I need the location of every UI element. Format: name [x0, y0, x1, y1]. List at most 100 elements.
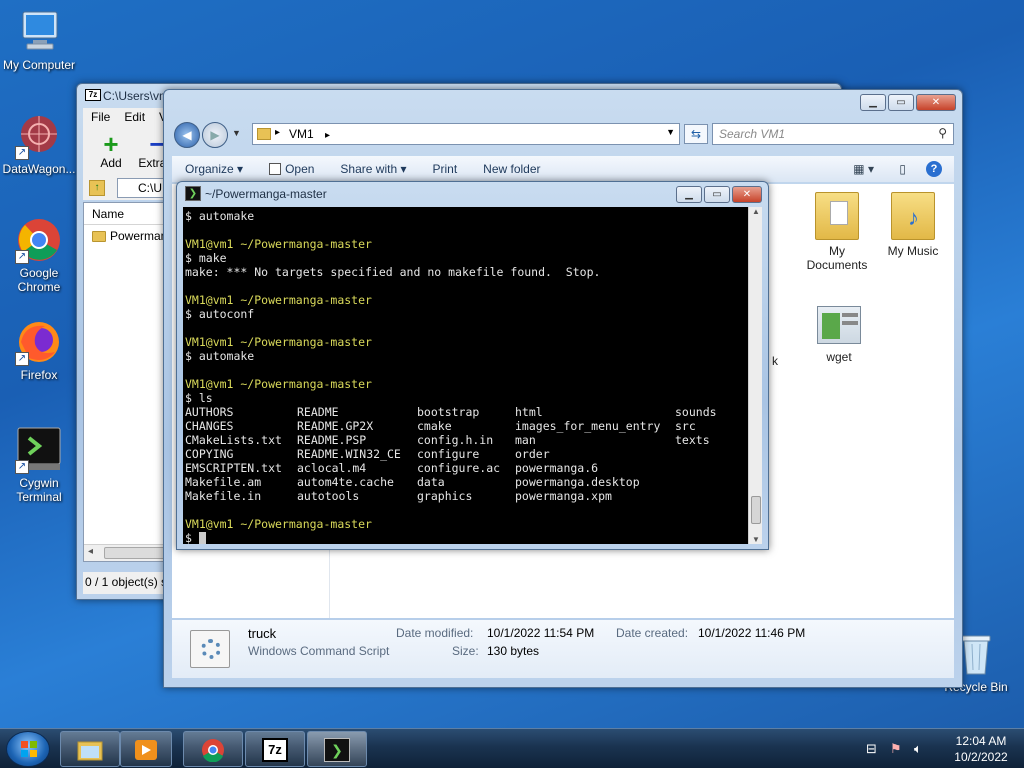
close-button[interactable]: ✕	[732, 186, 762, 203]
desktop-icon-label: Firefox	[20, 368, 58, 382]
desktop-icon-datawagon[interactable]: ↗ DataWagon...	[1, 112, 77, 176]
maximize-button[interactable]: ▭	[888, 94, 914, 111]
windows-logo-icon	[21, 741, 37, 757]
navigation-row: ◀ ▶ ▼ ▸ VM1 ▸ ▼ ⇆ Search VM1 ⚲	[172, 120, 954, 150]
network-icon[interactable]: ⊟	[866, 741, 882, 757]
file-item-wget[interactable]: wget	[802, 306, 876, 364]
breadcrumb-separator-icon: ▸	[275, 127, 281, 138]
details-size-label: Size:	[452, 644, 479, 658]
shortcut-arrow-icon: ↗	[15, 146, 29, 160]
ls-entry: aclocal.m4	[297, 461, 367, 475]
details-pane: truck Windows Command Script Date modifi…	[172, 620, 954, 678]
datawagon-icon: ↗	[15, 112, 63, 160]
desktop-icon-google-chrome[interactable]: ↗ Google Chrome	[1, 216, 77, 294]
desktop-icon-cygwin-terminal[interactable]: ↗ Cygwin Terminal	[1, 426, 77, 504]
cygwin-icon: ↗	[15, 426, 63, 474]
taskbar-explorer-button[interactable]	[60, 731, 120, 767]
scroll-down-icon[interactable]: ▼	[752, 535, 760, 544]
volume-icon[interactable]: 🔈︎	[914, 741, 930, 757]
ls-entry: cmake	[417, 419, 452, 433]
ls-entry: EMSCRIPTEN.txt	[185, 461, 282, 475]
window-title: C:\Users\vm	[103, 89, 169, 103]
scroll-thumb[interactable]	[751, 496, 761, 524]
start-button[interactable]	[6, 731, 50, 767]
help-icon[interactable]: ?	[926, 161, 942, 177]
vertical-scrollbar[interactable]: ▲ ▼	[748, 207, 762, 544]
plus-icon: +	[103, 129, 119, 159]
file-item-my-documents[interactable]: My Documents	[800, 192, 874, 272]
minimize-button[interactable]: ▁	[860, 94, 886, 111]
maximize-button[interactable]: ▭	[704, 186, 730, 203]
preview-pane-icon[interactable]: ▯	[899, 156, 906, 182]
back-button[interactable]: ◀	[174, 122, 200, 148]
new-folder-button[interactable]: New folder	[470, 156, 553, 182]
terminal-output[interactable]: $ automake VM1@vm1 ~/Powermanga-master $ m…	[183, 207, 748, 544]
details-created-value: 10/1/2022 11:46 PM	[698, 626, 806, 640]
ls-entry	[675, 461, 745, 475]
ls-entry: README.WIN32_CE	[297, 447, 401, 461]
clock[interactable]: 12:04 AM 10/2/2022	[946, 733, 1016, 765]
action-center-icon[interactable]: ⚑	[890, 741, 906, 757]
desktop-icon-firefox[interactable]: ↗ Firefox	[1, 318, 77, 382]
shortcut-arrow-icon: ↗	[15, 352, 29, 366]
ls-entry: README	[297, 405, 339, 419]
terminal-line: $ autoconf	[185, 307, 255, 321]
ls-entry: config.h.in	[417, 433, 494, 447]
up-folder-icon[interactable]: ↑	[89, 180, 105, 196]
ls-entry: CMakeLists.txt	[185, 433, 282, 447]
add-button[interactable]: + Add	[93, 129, 129, 170]
terminal-prompt-line: VM1@vm1 ~/Powermanga-master	[185, 293, 372, 307]
open-button[interactable]: Open	[256, 156, 327, 182]
refresh-icon[interactable]: ⇆	[684, 124, 708, 144]
menu-file[interactable]: File	[91, 108, 110, 126]
details-size-value: 130 bytes	[487, 644, 540, 658]
print-button[interactable]: Print	[419, 156, 470, 182]
ls-entry: order	[515, 447, 550, 461]
ls-entry: Makefile.in	[185, 489, 262, 503]
address-dropdown-icon[interactable]: ▼	[666, 127, 675, 137]
cygwin-icon: ❯	[324, 738, 350, 762]
taskbar-7zip-button[interactable]: 7z	[245, 731, 305, 767]
details-modified-label: Date modified:	[396, 626, 474, 640]
ls-entry: man	[515, 433, 536, 447]
ls-entry: images_for_menu_entry	[515, 419, 661, 433]
music-folder-icon: ♪	[891, 192, 935, 240]
forward-button[interactable]: ▶	[202, 122, 228, 148]
ls-entry: configure	[417, 447, 480, 461]
ls-entry	[675, 447, 745, 461]
desktop-icon-my-computer[interactable]: My Computer	[1, 8, 77, 72]
terminal-prompt-line: VM1@vm1 ~/Powermanga-master	[185, 237, 372, 251]
scroll-up-icon[interactable]: ▲	[752, 207, 760, 216]
desktop-icon-label: DataWagon...	[2, 162, 76, 176]
explorer-icon	[77, 741, 103, 761]
organize-button[interactable]: Organize ▾	[172, 156, 256, 182]
breadcrumb-arrow-icon[interactable]: ▸	[325, 130, 330, 141]
address-text: VM1	[289, 127, 314, 141]
cygwin-terminal-window[interactable]: ❯ ~/Powermanga-master ▁ ▭ ✕ $ automake VM…	[176, 181, 769, 550]
clock-time: 12:04 AM	[955, 734, 1007, 748]
history-dropdown-icon[interactable]: ▼	[232, 128, 241, 138]
file-item-my-music[interactable]: ♪ My Music	[876, 192, 950, 258]
ls-entry: powermanga.6	[515, 461, 599, 475]
ls-entry: src	[675, 419, 696, 433]
folder-icon	[92, 230, 106, 242]
window-controls: ▁ ▭ ✕	[676, 186, 762, 203]
7zip-logo-icon: 7z	[85, 89, 101, 101]
scroll-left-icon[interactable]: ◂	[88, 546, 93, 557]
address-bar[interactable]: ▸ VM1 ▸ ▼	[252, 123, 680, 145]
minimize-button[interactable]: ▁	[676, 186, 702, 203]
ls-entry: autotools	[297, 489, 360, 503]
menu-edit[interactable]: Edit	[124, 108, 145, 126]
view-options-icon[interactable]: ▦ ▾	[853, 156, 874, 182]
media-player-icon	[135, 740, 157, 760]
taskbar-media-player-button[interactable]	[120, 731, 172, 767]
share-with-button[interactable]: Share with ▾	[327, 156, 419, 182]
terminal-line: make: *** No targets specified and no ma…	[185, 265, 601, 279]
taskbar-cygwin-button[interactable]: ❯	[307, 731, 367, 767]
close-button[interactable]: ✕	[916, 94, 956, 111]
terminal-cursor	[198, 532, 206, 544]
taskbar-chrome-button[interactable]	[183, 731, 243, 767]
search-input[interactable]: Search VM1 ⚲	[712, 123, 954, 145]
